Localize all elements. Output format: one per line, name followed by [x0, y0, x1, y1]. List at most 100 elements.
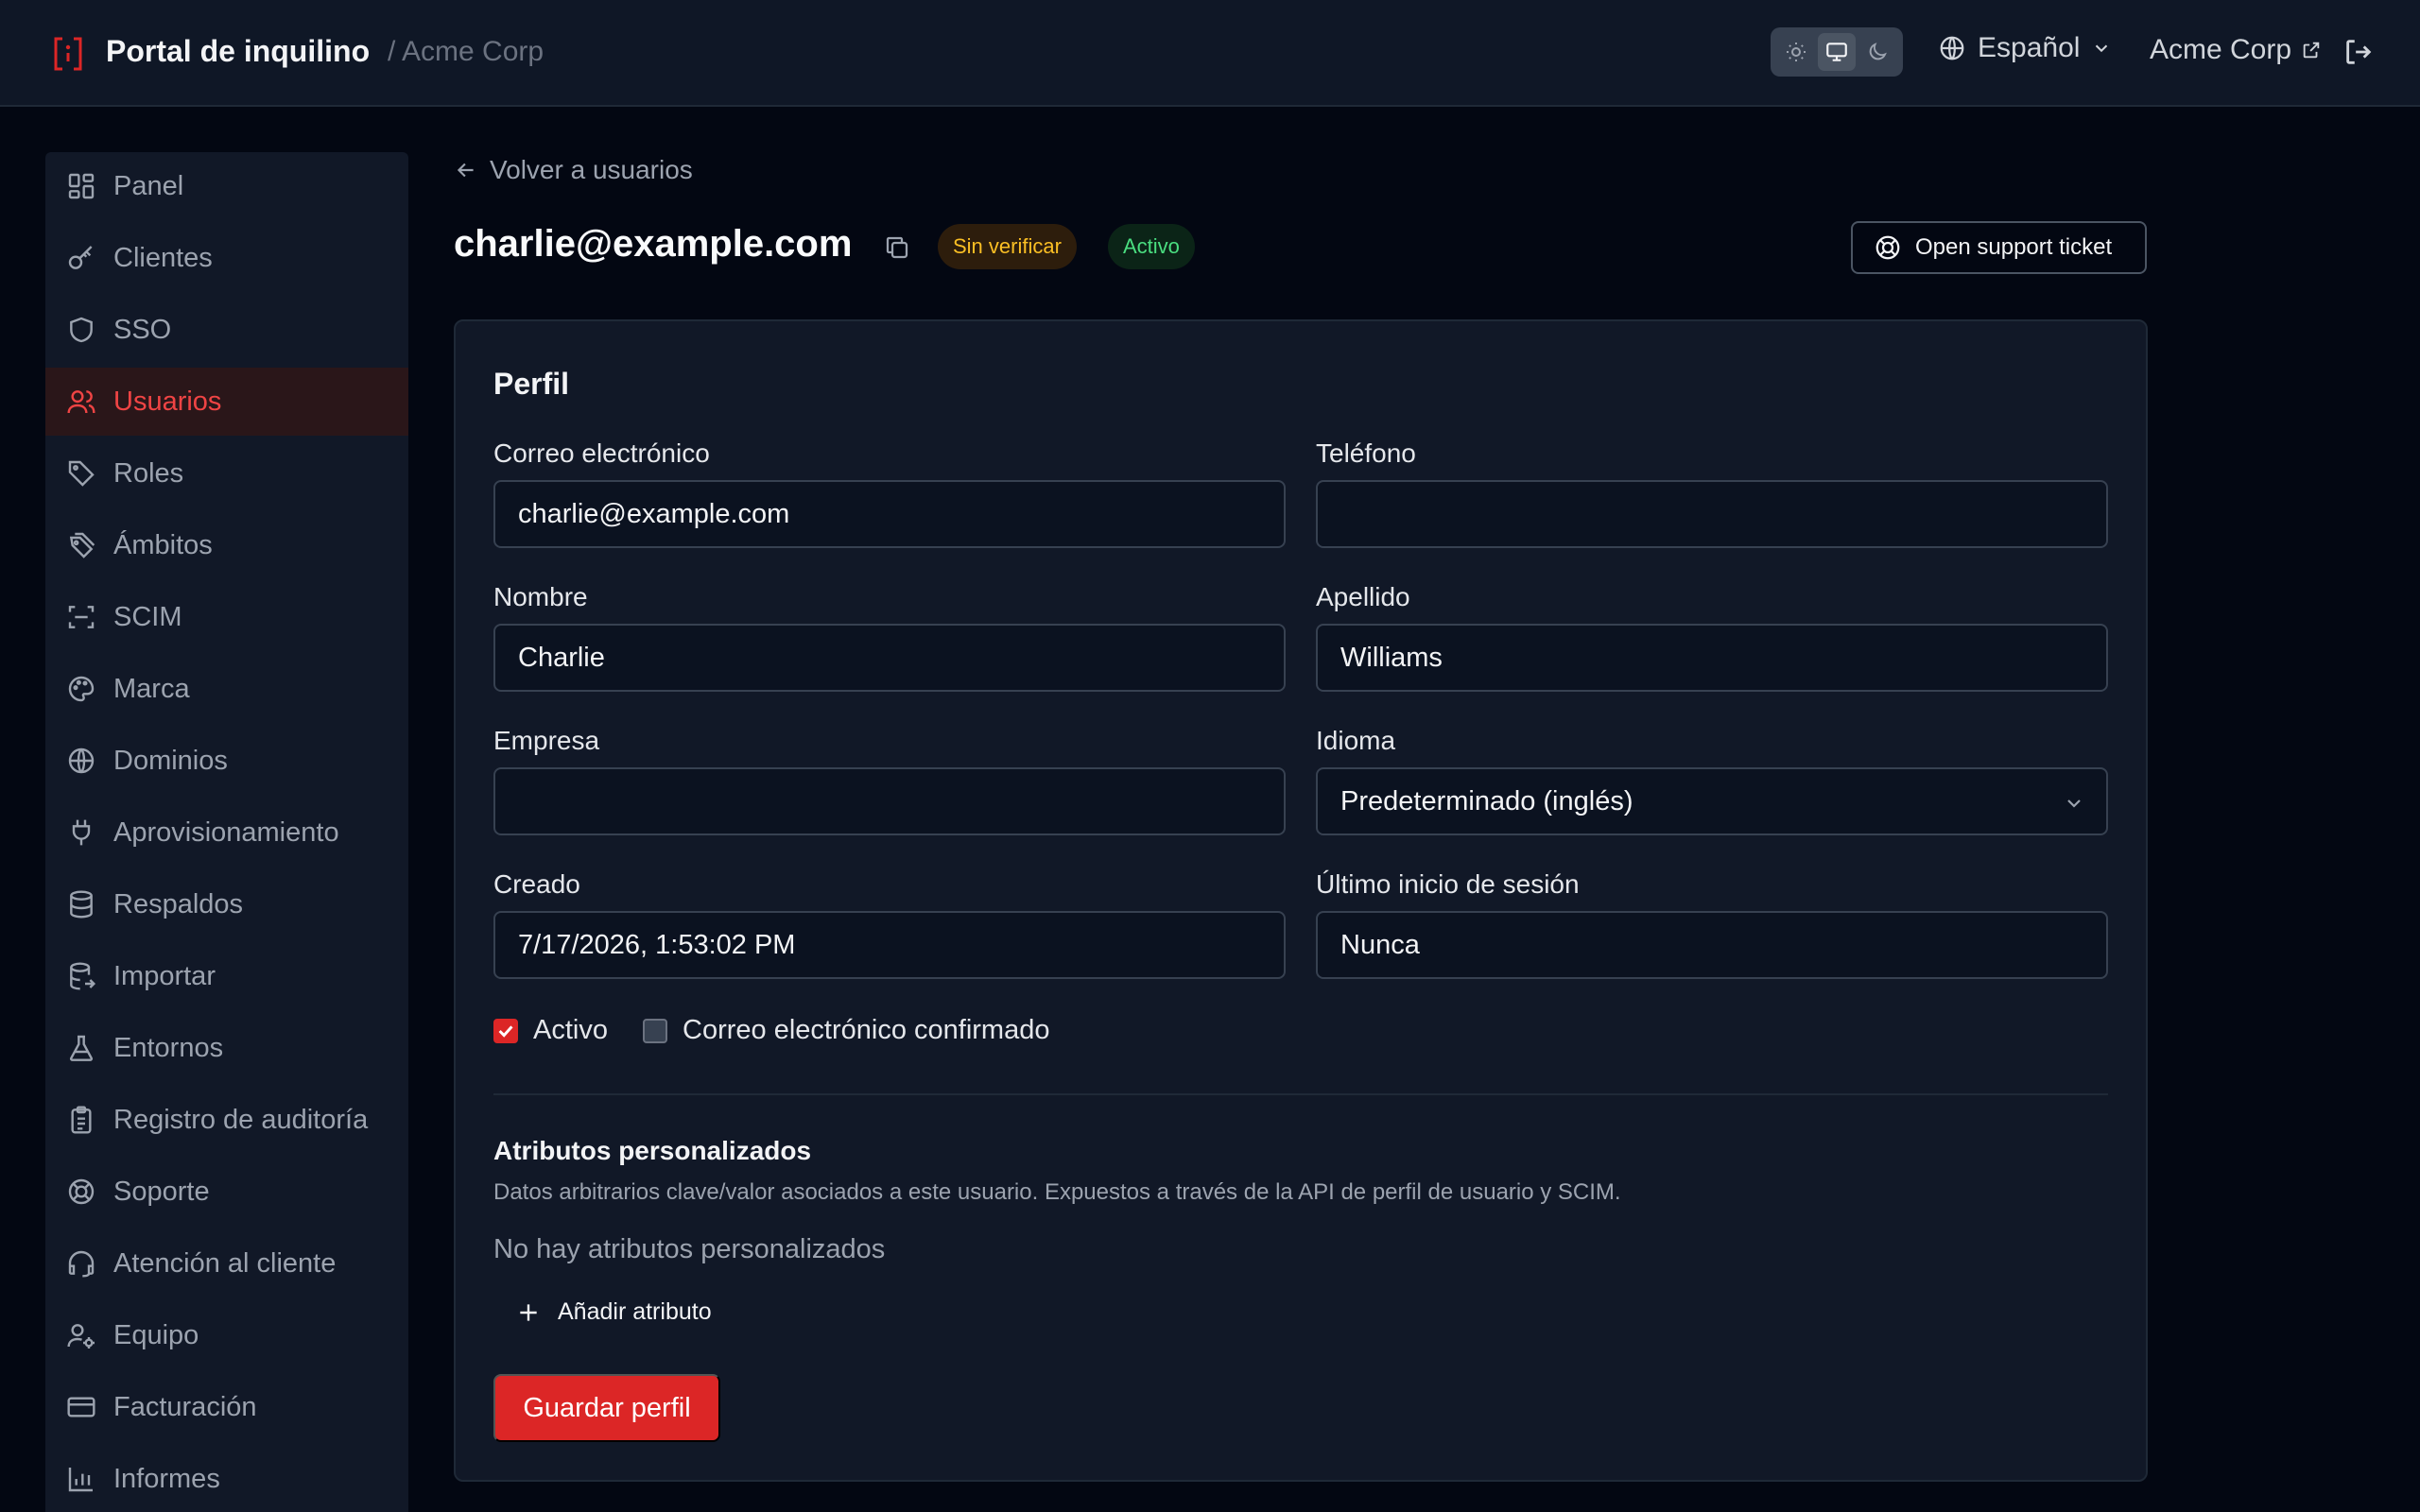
check-icon: [498, 1025, 513, 1038]
sidebar-item-atencion-cliente[interactable]: Atención al cliente: [45, 1229, 408, 1297]
company-label: Empresa: [493, 726, 600, 755]
back-label: Volver a usuarios: [490, 155, 693, 184]
sidebar-item-sso[interactable]: SSO: [45, 296, 408, 364]
globe-icon: [66, 746, 96, 776]
clipboard-icon: [66, 1105, 96, 1135]
brand-logo-icon: [51, 36, 85, 72]
tenant-breadcrumb: / Acme Corp: [388, 36, 544, 67]
created-value: 7/17/2026, 1:53:02 PM: [518, 929, 796, 960]
dashboard-icon: [66, 171, 96, 201]
sidebar-item-ambitos[interactable]: Ámbitos: [45, 511, 408, 579]
language-field-label: Idioma: [1316, 726, 1396, 755]
app-title: Portal de inquilino: [106, 34, 371, 68]
headset-icon: [66, 1248, 96, 1279]
sidebar-item-label: Importar: [113, 960, 216, 991]
copy-icon: [886, 236, 908, 259]
credit-card-icon: [66, 1392, 96, 1422]
sidebar-item-label: SCIM: [113, 601, 182, 632]
company-field[interactable]: [493, 767, 1286, 835]
email-value: charlie@example.com: [518, 498, 790, 529]
logout-button[interactable]: [2342, 36, 2375, 68]
external-link-icon: [2303, 42, 2320, 59]
language-select[interactable]: Predeterminado (inglés): [1316, 767, 2108, 835]
sidebar-item-label: Panel: [113, 170, 184, 201]
sidebar-item-marca[interactable]: Marca: [45, 655, 408, 723]
theme-system-button[interactable]: [1817, 33, 1856, 71]
custom-attributes-title: Atributos personalizados: [493, 1136, 812, 1165]
sidebar-item-label: Marca: [113, 673, 190, 704]
last-login-value: Nunca: [1340, 929, 1420, 960]
add-attribute-label: Añadir atributo: [558, 1298, 712, 1325]
phone-field[interactable]: [1316, 480, 2108, 548]
language-label: Español: [1978, 32, 2081, 63]
sidebar-item-scim[interactable]: SCIM: [45, 583, 408, 651]
lifebuoy-icon: [66, 1177, 96, 1207]
lifebuoy-icon: [1876, 235, 1900, 260]
active-checkbox-label: Activo: [533, 1015, 608, 1045]
sidebar-item-label: Entornos: [113, 1032, 224, 1063]
sidebar-item-label: Informes: [113, 1463, 220, 1494]
sidebar-item-label: Clientes: [113, 242, 213, 273]
scan-icon: [66, 602, 96, 632]
sidebar-item-roles[interactable]: Roles: [45, 439, 408, 507]
first-name-value: Charlie: [518, 642, 605, 673]
key-icon: [66, 243, 96, 273]
sidebar-item-usuarios[interactable]: Usuarios: [45, 368, 408, 436]
sidebar-item-registro-auditoria[interactable]: Registro de auditoría: [45, 1086, 408, 1154]
sidebar-item-informes[interactable]: Informes: [45, 1445, 408, 1512]
sidebar-item-soporte[interactable]: Soporte: [45, 1158, 408, 1226]
last-login-field[interactable]: Nunca: [1316, 911, 2108, 979]
top-header: Portal de inquilino / Acme Corp Español …: [0, 0, 2420, 107]
sidebar-item-entornos[interactable]: Entornos: [45, 1014, 408, 1082]
shield-icon: [66, 315, 96, 345]
last-name-field[interactable]: Williams: [1316, 624, 2108, 692]
sidebar-item-label: Equipo: [113, 1319, 199, 1350]
page-title: charlie@example.com: [454, 223, 853, 265]
flask-icon: [66, 1033, 96, 1063]
sidebar-nav: Panel Clientes SSO Usuarios Roles Ámbito…: [45, 152, 408, 1512]
sidebar-item-equipo[interactable]: Equipo: [45, 1301, 408, 1369]
sidebar-item-label: Atención al cliente: [113, 1247, 337, 1279]
created-field[interactable]: 7/17/2026, 1:53:02 PM: [493, 911, 1286, 979]
first-name-label: Nombre: [493, 582, 588, 611]
first-name-field[interactable]: Charlie: [493, 624, 1286, 692]
back-to-users-link[interactable]: Volver a usuarios: [454, 155, 693, 185]
theme-light-button[interactable]: [1777, 33, 1815, 71]
tag-icon: [66, 458, 96, 489]
sidebar-item-label: Dominios: [113, 745, 228, 776]
custom-attributes-description: Datos arbitrarios clave/valor asociados …: [493, 1179, 1621, 1205]
created-label: Creado: [493, 869, 580, 899]
active-checkbox[interactable]: [493, 1019, 518, 1043]
sidebar-item-label: Respaldos: [113, 888, 244, 919]
tenant-external-link[interactable]: Acme Corp: [2150, 34, 2322, 66]
copy-email-button[interactable]: [883, 233, 911, 262]
bar-chart-icon: [66, 1464, 96, 1494]
sidebar-item-importar[interactable]: Importar: [45, 942, 408, 1010]
email-confirmed-checkbox[interactable]: [643, 1019, 667, 1043]
section-divider: [493, 1093, 2108, 1095]
logout-icon: [2346, 40, 2372, 64]
chevron-down-icon: [2063, 792, 2085, 815]
sidebar-item-panel[interactable]: Panel: [45, 152, 408, 220]
sidebar-item-respaldos[interactable]: Respaldos: [45, 870, 408, 938]
sidebar-item-aprovisionamiento[interactable]: Aprovisionamiento: [45, 799, 408, 867]
sidebar-item-dominios[interactable]: Dominios: [45, 727, 408, 795]
globe-icon: [1940, 36, 1964, 60]
theme-dark-button[interactable]: [1858, 33, 1896, 71]
sidebar-item-label: SSO: [113, 314, 172, 345]
add-attribute-button[interactable]: Añadir atributo: [516, 1298, 712, 1326]
sidebar-item-label: Aprovisionamiento: [113, 816, 339, 848]
sidebar-item-facturacion[interactable]: Facturación: [45, 1373, 408, 1441]
save-profile-button[interactable]: Guardar perfil: [493, 1374, 720, 1442]
chevron-down-icon: [2096, 44, 2108, 53]
custom-attributes-empty: No hay atributos personalizados: [493, 1234, 886, 1264]
open-support-ticket-button[interactable]: Open support ticket: [1851, 221, 2147, 274]
user-cog-icon: [66, 1320, 96, 1350]
email-confirmed-label: Correo electrónico confirmado: [683, 1015, 1050, 1045]
database-import-icon: [66, 961, 96, 991]
sidebar-item-clientes[interactable]: Clientes: [45, 224, 408, 292]
monitor-icon: [1826, 43, 1847, 61]
language-selector[interactable]: Español: [1938, 32, 2112, 64]
status-badge-active: Activo: [1108, 224, 1195, 269]
email-field[interactable]: charlie@example.com: [493, 480, 1286, 548]
